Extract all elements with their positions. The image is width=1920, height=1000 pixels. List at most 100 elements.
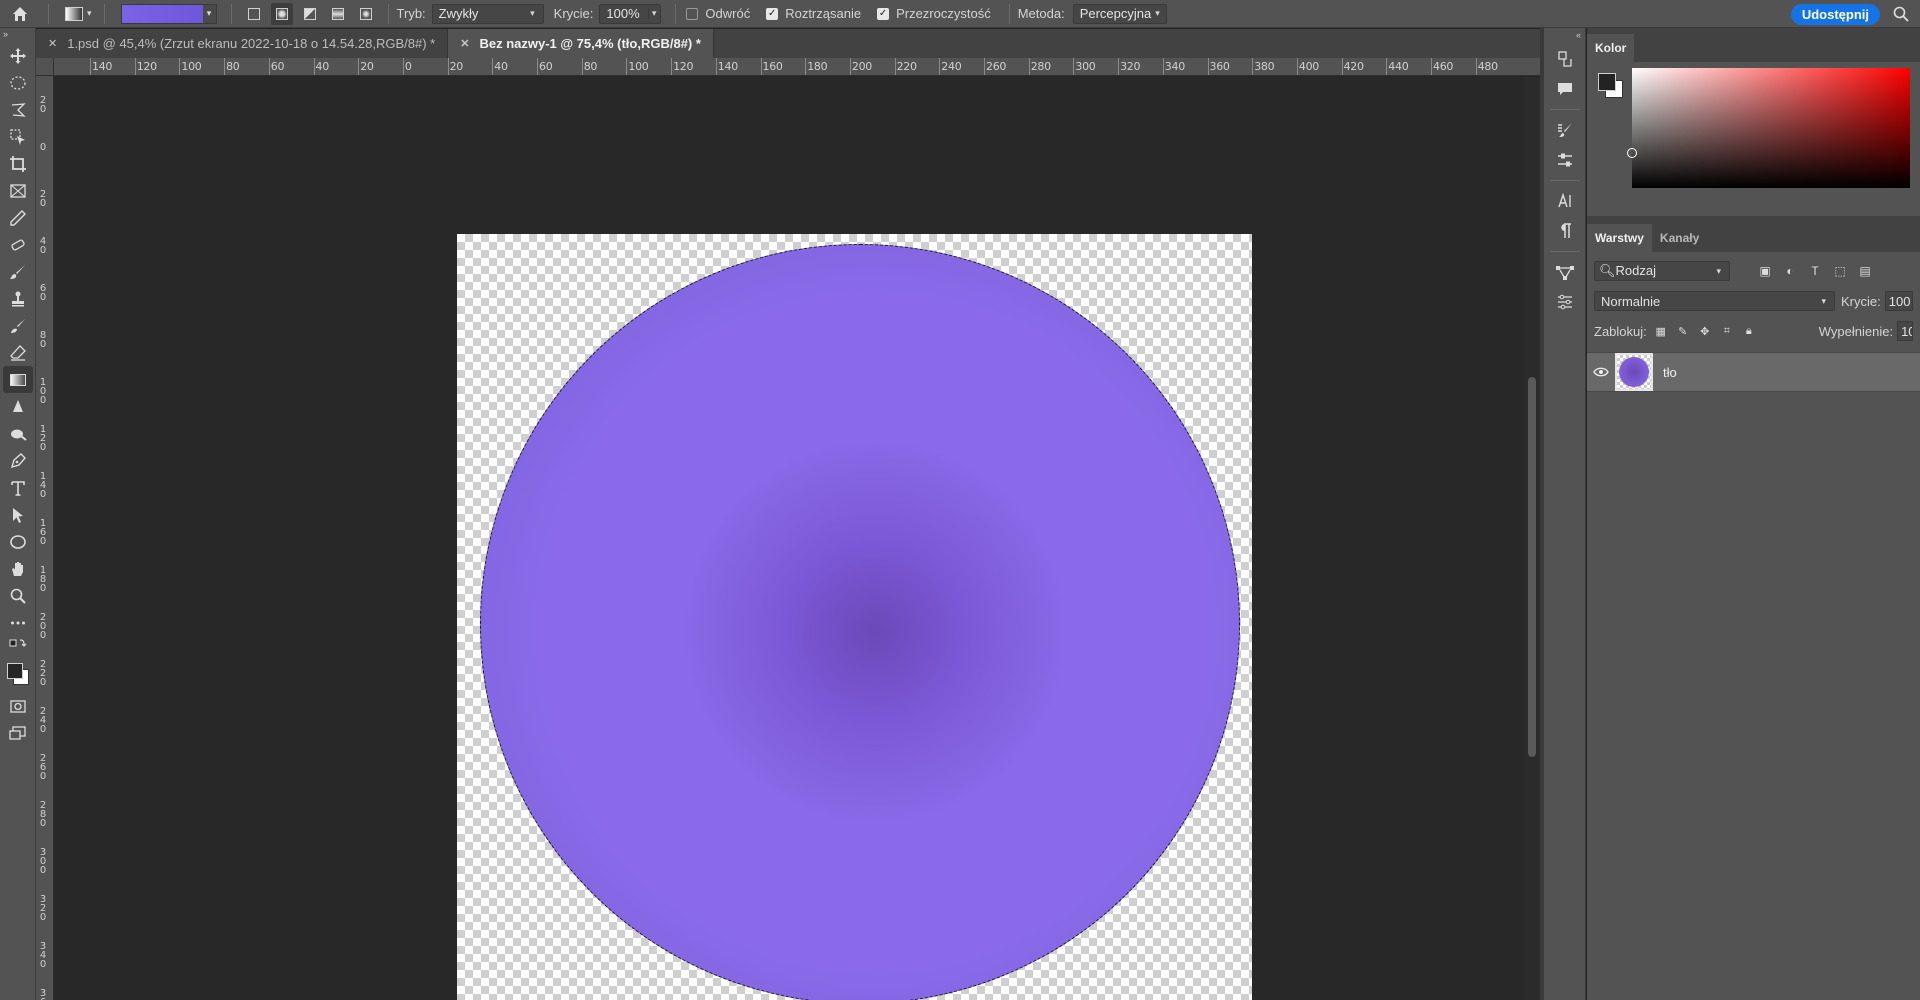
move-tool[interactable] [3,42,33,69]
close-icon[interactable]: ✕ [460,37,469,50]
history-brush-tool[interactable] [3,312,33,339]
type-filter-icon[interactable]: T [1806,262,1824,280]
type-tool[interactable] [3,474,33,501]
tool-preset-picker[interactable]: ▾ [57,0,96,28]
zoom-tool[interactable] [3,582,33,609]
hand-tool[interactable] [3,555,33,582]
more-tools-button[interactable] [3,609,33,636]
layer-kind-filter[interactable]: 🔍︎Rodzaj ▾ [1594,261,1730,281]
ruler-tick [984,58,985,75]
vertical-scrollbar[interactable] [1524,77,1540,1000]
ruler-origin[interactable] [36,58,54,76]
document-tab-active[interactable]: ✕ Bez nazwy-1 @ 75,4% (tło,RGB/8#) * [448,29,714,58]
shape-filter-icon[interactable]: ⬚ [1831,262,1849,280]
scrollbar-thumb[interactable] [1528,377,1536,757]
ruler-tick [537,58,538,75]
lock-all-icon[interactable]: 🔒︎ [1741,323,1757,339]
lock-artboard-icon[interactable]: ⌗ [1719,323,1735,339]
document-canvas[interactable] [457,234,1252,1000]
diamond-gradient-button[interactable] [355,3,377,25]
layer-row[interactable]: tło [1587,352,1920,392]
reverse-checkbox[interactable] [686,7,699,20]
ruler-label: 80 [583,60,598,73]
horizontal-ruler[interactable]: 140 120 100 80 60 40 20 0 20 40 60 80 100 120 140 160 18… [54,58,1540,76]
foreground-color-swatch[interactable] [7,663,23,679]
ellipse-tool[interactable] [3,528,33,555]
brush-tool[interactable] [3,258,33,285]
spot-heal-tool[interactable] [3,231,33,258]
screen-mode-button[interactable] [3,719,33,746]
transparency-checkbox[interactable]: ✓ [877,7,890,20]
swap-colors-button[interactable] [3,636,33,654]
quick-mask-button[interactable] [3,692,33,719]
tab-color[interactable]: Kolor [1587,34,1635,62]
fill-input[interactable]: 100 [1897,321,1913,341]
pen-tool[interactable] [3,447,33,474]
properties-panel-button[interactable] [1544,287,1586,317]
paths-panel-button[interactable] [1544,257,1586,287]
lock-transparency-icon[interactable]: ▦ [1653,323,1669,339]
dodge-tool[interactable] [3,420,33,447]
radial-gradient-button[interactable] [270,2,293,25]
dither-checkbox[interactable]: ✓ [766,7,779,20]
home-button[interactable] [0,0,40,28]
blur-tool[interactable] [3,393,33,420]
selected-gradient-circle[interactable] [480,244,1240,1000]
color-picker-cursor[interactable] [1627,148,1637,158]
layer-opacity-input[interactable]: 100 [1884,291,1913,311]
brush-settings-icon [1558,123,1572,137]
lock-pixels-icon[interactable]: ✎ [1675,323,1691,339]
document-tab[interactable]: ✕ 1.psd @ 45,4% (Zrzut ekranu 2022-10-18… [36,29,449,58]
ruler-label: 100 [628,60,649,73]
linear-gradient-button[interactable] [243,3,265,25]
image-filter-icon[interactable]: ▣ [1756,262,1774,280]
mode-select[interactable]: Zwykły ▾ [431,3,544,24]
layer-visibility-toggle[interactable] [1587,366,1615,378]
foreground-color-swatch[interactable] [1598,73,1616,91]
angle-gradient-button[interactable] [299,3,321,25]
tab-layers[interactable]: Warstwy [1587,224,1652,252]
color-panel-swatches[interactable] [1593,68,1627,102]
method-select[interactable]: Percepcyjna ▾ [1072,3,1167,24]
opacity-input[interactable]: 100% ▾ [599,3,662,24]
gradient-tool[interactable] [3,366,33,393]
vertical-ruler[interactable]: 2002040608010012014016018020022024026028… [36,76,54,1000]
object-select-tool[interactable] [3,123,33,150]
layer-thumbnail[interactable] [1615,353,1653,391]
comment-icon [1558,83,1572,95]
lock-position-icon[interactable]: ✥ [1697,323,1713,339]
search-icon[interactable] [1892,5,1910,23]
crop-tool[interactable] [3,150,33,177]
collapse-panels-icon[interactable]: « [1544,28,1585,44]
comments-panel-button[interactable] [1544,74,1586,104]
frame-tool[interactable] [3,177,33,204]
tab-channels[interactable]: Kanały [1652,224,1707,252]
divider [1550,109,1580,110]
history-panel-button[interactable] [1544,44,1586,74]
stamp-tool[interactable] [3,285,33,312]
path-select-tool[interactable] [3,501,33,528]
ruler-label: 40 [494,60,508,73]
character-panel-button[interactable] [1544,186,1586,216]
adjustments-button[interactable] [1544,145,1586,175]
foreground-background-colors[interactable] [2,658,34,688]
dodge-icon [11,429,27,441]
lasso-tool[interactable] [3,96,33,123]
paragraph-panel-button[interactable] [1544,216,1586,246]
adjustment-filter-icon[interactable]: ◐ [1781,262,1799,280]
eraser-tool[interactable] [3,339,33,366]
blend-mode-select[interactable]: Normalnie ▾ [1594,291,1835,311]
reflected-gradient-button[interactable] [327,3,349,25]
share-button[interactable]: Udostępnij [1790,4,1880,25]
canvas-workspace[interactable] [54,77,1524,1000]
marquee-tool[interactable] [3,69,33,96]
check-icon: ✓ [878,8,888,19]
brush-settings-button[interactable] [1544,115,1586,145]
layer-name[interactable]: tło [1663,365,1677,380]
close-icon[interactable]: ✕ [48,37,57,50]
gradient-editor-swatch[interactable]: ▾ [120,3,217,24]
eyedropper-tool[interactable] [3,204,33,231]
smart-object-filter-icon[interactable]: ▤ [1856,262,1874,280]
expand-toolbar-icon[interactable]: » [0,28,35,42]
color-picker-field[interactable] [1627,68,1910,188]
